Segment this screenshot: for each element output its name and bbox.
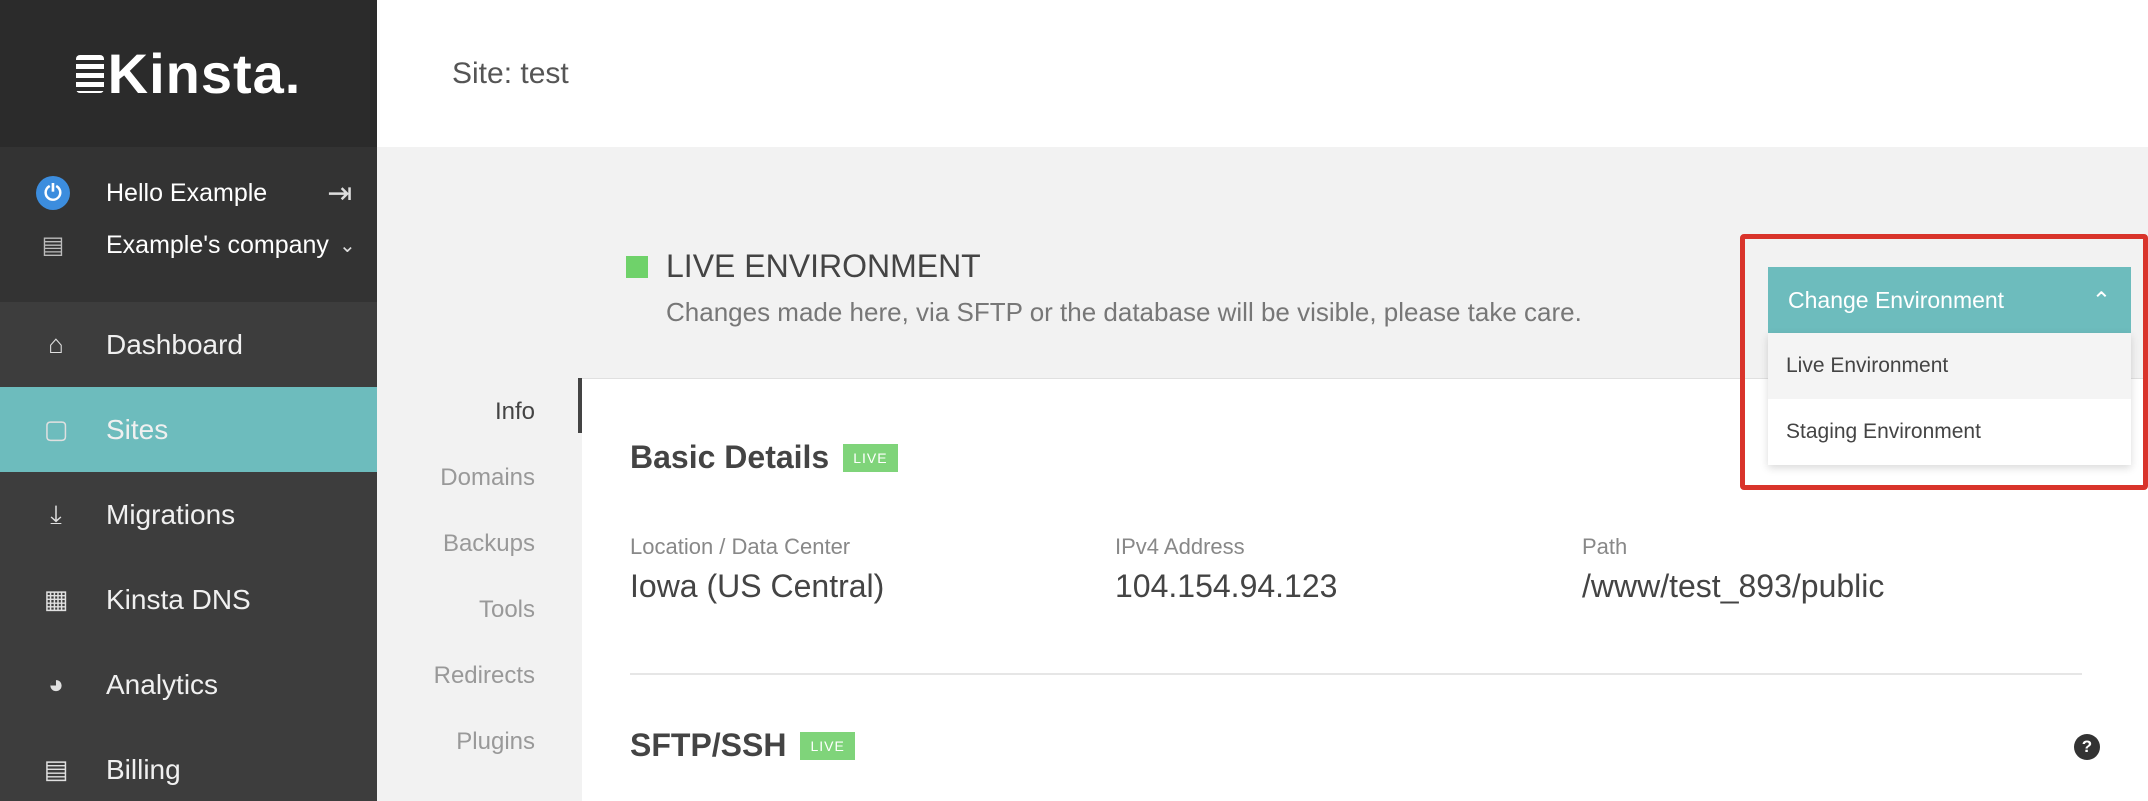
company-icon: ▤ — [41, 231, 65, 259]
sidebar: Kinsta. ⏻ Hello Example ⇥ ▤ Example's co… — [0, 0, 377, 801]
path-value[interactable]: /www/test_893/public — [1582, 568, 1884, 605]
environment-header: LIVE ENVIRONMENT Changes made here, via … — [626, 248, 1582, 328]
dns-icon: ▦ — [43, 584, 69, 614]
section-divider — [630, 673, 2082, 675]
sidebar-item-dashboard[interactable]: ⌂ Dashboard — [0, 302, 377, 387]
sidebar-item-label: Kinsta DNS — [106, 583, 251, 615]
sidebar-item-sites[interactable]: ▢ Sites — [0, 387, 377, 472]
tab-plugins[interactable]: Plugins — [377, 720, 577, 786]
basic-details-heading: Basic Details — [630, 439, 830, 475]
user-name: Hello Example — [106, 178, 268, 207]
location-value: Iowa (US Central) — [630, 568, 885, 604]
top-bar: Site: test — [377, 0, 2148, 147]
sites-icon: ▢ — [43, 414, 69, 444]
ipv4-field: IPv4 Address 104.154.94.123 — [1115, 534, 1337, 605]
change-environment-label: Change Environment — [1788, 286, 2005, 313]
company-name: Example's company — [106, 230, 329, 259]
ipv4-label: IPv4 Address — [1115, 534, 1245, 559]
active-tab-indicator — [578, 378, 582, 433]
sidebar-item-analytics[interactable]: ◕ Analytics — [0, 642, 377, 727]
ipv4-value[interactable]: 104.154.94.123 — [1115, 568, 1337, 605]
environment-dropdown: Change Environment ⌃ Live Environment St… — [1768, 267, 2131, 465]
live-badge: LIVE — [800, 731, 855, 760]
migrations-icon: ⤓ — [50, 498, 62, 529]
path-label: Path — [1582, 534, 1628, 559]
site-tabs: Info Domains Backups Tools Redirects Plu… — [377, 390, 577, 786]
sidebar-item-label: Dashboard — [106, 328, 243, 360]
analytics-icon: ◕ — [48, 669, 64, 699]
tab-tools[interactable]: Tools — [377, 588, 577, 654]
help-icon[interactable]: ? — [2074, 734, 2100, 760]
logo-text: Kinsta. — [107, 42, 302, 105]
environment-menu: Live Environment Staging Environment — [1768, 333, 2131, 465]
environment-title: LIVE ENVIRONMENT — [666, 248, 981, 284]
user-block: ⏻ Hello Example ⇥ ▤ Example's company ⌄ — [0, 147, 377, 302]
sftp-title: SFTP/SSH LIVE — [630, 727, 855, 764]
sidebar-item-label: Analytics — [106, 668, 219, 700]
environment-title-row: LIVE ENVIRONMENT — [626, 248, 1582, 285]
company-selector[interactable]: ▤ Example's company ⌄ — [0, 219, 377, 271]
location-field: Location / Data Center Iowa (US Central) — [630, 534, 884, 605]
sidebar-item-kinsta-dns[interactable]: ▦ Kinsta DNS — [0, 557, 377, 642]
home-icon: ⌂ — [48, 329, 64, 359]
billing-icon: ▤ — [43, 754, 69, 784]
tab-domains[interactable]: Domains — [377, 456, 577, 522]
chevron-down-icon: ⌄ — [338, 234, 356, 257]
sftp-heading: SFTP/SSH — [630, 727, 787, 763]
logo-bar: Kinsta. — [0, 0, 377, 147]
logo-mark-icon — [75, 54, 104, 93]
kinsta-logo[interactable]: Kinsta. — [75, 41, 302, 106]
power-icon: ⏻ — [36, 176, 70, 210]
sidebar-item-label: Migrations — [106, 498, 236, 530]
sidebar-item-migrations[interactable]: ⤓ Migrations — [0, 472, 377, 557]
chevron-up-icon: ⌃ — [2091, 286, 2111, 313]
menu-item-staging-environment[interactable]: Staging Environment — [1768, 399, 2131, 465]
sidebar-item-label: Sites — [106, 413, 169, 445]
basic-details-title: Basic Details LIVE — [630, 439, 898, 476]
logout-icon[interactable]: ⇥ — [327, 176, 352, 211]
sidebar-item-label: Billing — [106, 753, 181, 785]
live-status-icon — [626, 255, 648, 278]
location-label: Location / Data Center — [630, 534, 851, 559]
page-title: Site: test — [452, 56, 569, 90]
path-field: Path /www/test_893/public — [1582, 534, 1884, 605]
change-environment-button[interactable]: Change Environment ⌃ — [1768, 267, 2131, 333]
environment-description: Changes made here, via SFTP or the datab… — [666, 297, 1582, 327]
tab-info[interactable]: Info — [377, 390, 577, 456]
sidebar-item-billing[interactable]: ▤ Billing — [0, 727, 377, 801]
menu-item-live-environment[interactable]: Live Environment — [1768, 333, 2131, 399]
tab-backups[interactable]: Backups — [377, 522, 577, 588]
user-row: ⏻ Hello Example ⇥ — [0, 167, 377, 219]
live-badge: LIVE — [843, 443, 898, 472]
tab-redirects[interactable]: Redirects — [377, 654, 577, 720]
